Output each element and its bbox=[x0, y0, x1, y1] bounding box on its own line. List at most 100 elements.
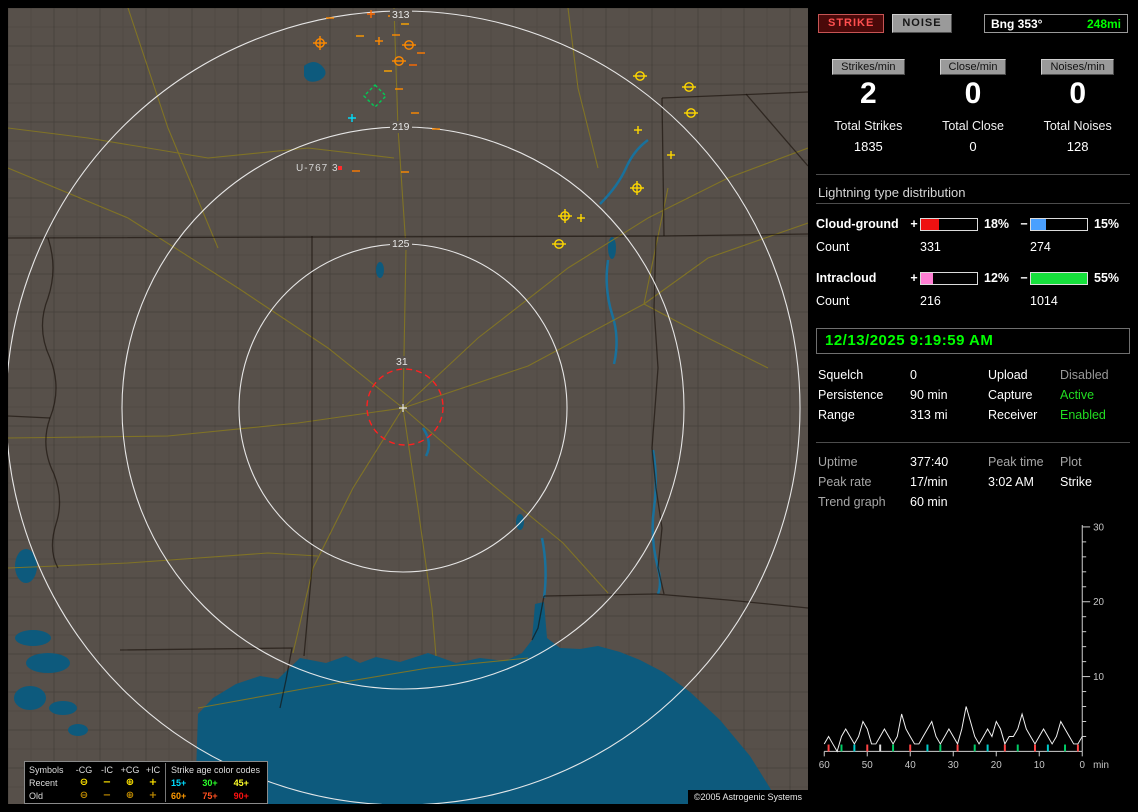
squelch-label: Squelch bbox=[818, 368, 864, 382]
range-ring-label: 125 bbox=[390, 238, 412, 250]
legend-age: 60+ bbox=[171, 790, 187, 801]
cg-negative-icon: ⊖ bbox=[79, 790, 89, 801]
strikes-per-min-chip[interactable]: Strikes/min bbox=[832, 59, 905, 75]
squelch-value: 0 bbox=[910, 368, 917, 382]
intracloud-label: Intracloud bbox=[816, 271, 877, 285]
session-grid: Uptime 377:40 Peak time Plot Peak rate 1… bbox=[816, 455, 1130, 509]
total-close-value: 0 bbox=[969, 139, 977, 154]
close-per-min-chip[interactable]: Close/min bbox=[939, 59, 1007, 75]
ic-positive-icon: + bbox=[148, 790, 158, 801]
legend-age: 45+ bbox=[233, 777, 249, 788]
legend-symbols-title: Symbols bbox=[29, 764, 64, 775]
station-label: U-767 3 bbox=[296, 163, 339, 174]
plot-value: Strike bbox=[1060, 475, 1092, 489]
cloud-ground-label: Cloud-ground bbox=[816, 217, 899, 231]
sidebar: STRIKE NOISE Bng 353° 248mi Strikes/min … bbox=[816, 8, 1130, 804]
persistence-value: 90 min bbox=[910, 388, 948, 402]
close-per-min-value: 0 bbox=[964, 77, 982, 110]
cg-negative-count: 274 bbox=[1030, 240, 1051, 254]
plus-sign: + bbox=[910, 217, 918, 231]
map[interactable]: 313 219 125 31 U-767 3 Symbols -CG -IC +… bbox=[8, 8, 808, 804]
legend-row-label: Recent bbox=[29, 777, 58, 788]
count-label: Count bbox=[816, 294, 850, 308]
svg-text:50: 50 bbox=[862, 760, 873, 771]
cg-positive-pct: 18% bbox=[984, 217, 1010, 231]
svg-text:10: 10 bbox=[1034, 760, 1045, 771]
upload-value: Disabled bbox=[1060, 368, 1109, 382]
ic-negative-count: 1014 bbox=[1030, 294, 1058, 308]
legend-col-header: -CG bbox=[75, 764, 93, 775]
legend-row-label: Old bbox=[29, 790, 44, 801]
trend-graph-canvas: 10 20 30 60 50 40 30 20 10 0 min bbox=[819, 522, 1109, 771]
trend-window-value: 60 min bbox=[910, 495, 948, 509]
bearing-range: 248mi bbox=[1086, 16, 1121, 31]
legend-col-header: +IC bbox=[145, 764, 161, 775]
svg-text:min: min bbox=[1093, 760, 1109, 771]
receiver-value: Enabled bbox=[1060, 408, 1106, 422]
ic-negative-pct: 55% bbox=[1094, 271, 1120, 285]
ic-positive-icon: + bbox=[148, 777, 158, 788]
svg-text:30: 30 bbox=[948, 760, 959, 771]
noise-button[interactable]: NOISE bbox=[892, 14, 952, 33]
strikes-per-min-value: 2 bbox=[859, 77, 877, 110]
count-label: Count bbox=[816, 240, 850, 254]
legend-age-title: Strike age color codes bbox=[171, 764, 261, 775]
toolbar: STRIKE NOISE Bng 353° 248mi bbox=[818, 14, 1128, 33]
distribution-row: Cloud-ground + 18% − 15% bbox=[816, 212, 1130, 236]
capture-value: Active bbox=[1060, 388, 1095, 402]
distribution-title: Lightning type distribution bbox=[816, 185, 1130, 204]
minus-sign: − bbox=[1020, 271, 1028, 285]
legend-age: 15+ bbox=[171, 777, 187, 788]
noises-per-min-value: 0 bbox=[1069, 77, 1086, 110]
cg-positive-bar bbox=[920, 217, 978, 231]
legend-col-header: -IC bbox=[101, 764, 113, 775]
minus-sign: − bbox=[1020, 217, 1028, 231]
total-noises-label: Total Noises bbox=[1043, 119, 1112, 133]
svg-text:10: 10 bbox=[1093, 672, 1104, 683]
bearing-value: Bng 353° bbox=[991, 16, 1043, 31]
range-value: 313 mi bbox=[910, 408, 948, 422]
peak-rate-label: Peak rate bbox=[818, 475, 872, 489]
app-window: 313 219 125 31 U-767 3 Symbols -CG -IC +… bbox=[0, 0, 1138, 812]
divider bbox=[816, 442, 1130, 443]
legend-col-header: +CG bbox=[120, 764, 140, 775]
receiver-label: Receiver bbox=[988, 408, 1038, 422]
total-noises-value: 128 bbox=[1066, 139, 1089, 154]
svg-text:0: 0 bbox=[1080, 760, 1086, 771]
peak-time-label: Peak time bbox=[988, 455, 1044, 469]
distribution-row: Intracloud + 12% − 55% bbox=[816, 266, 1130, 290]
upload-label: Upload bbox=[988, 368, 1028, 382]
range-ring-label: 313 bbox=[390, 9, 412, 21]
capture-label: Capture bbox=[988, 388, 1033, 402]
legend-age: 75+ bbox=[202, 790, 218, 801]
cg-negative-pct: 15% bbox=[1094, 217, 1120, 231]
map-legend: Symbols -CG -IC +CG +IC Recent ⊖ − ⊕ + O… bbox=[24, 761, 268, 804]
ic-positive-bar bbox=[920, 271, 978, 285]
plus-sign: + bbox=[910, 271, 918, 285]
ic-negative-bar bbox=[1030, 271, 1088, 285]
svg-text:20: 20 bbox=[1093, 597, 1104, 608]
bearing-display: Bng 353° 248mi bbox=[984, 14, 1128, 33]
range-label: Range bbox=[818, 408, 855, 422]
legend-age: 90+ bbox=[233, 790, 249, 801]
total-close-label: Total Close bbox=[942, 119, 1004, 133]
uptime-value: 377:40 bbox=[910, 455, 949, 469]
divider bbox=[816, 174, 1130, 175]
legend-age-codes: Strike age color codes 15+ 30+ 45+ 60+ 7… bbox=[165, 763, 265, 802]
ic-negative-icon: − bbox=[102, 790, 112, 801]
stat-column: Close/min 0 Total Close 0 bbox=[921, 59, 1026, 154]
cg-positive-icon: ⊕ bbox=[125, 777, 135, 788]
settings-grid: Squelch 0 Upload Disabled Persistence 90… bbox=[816, 368, 1130, 422]
svg-text:60: 60 bbox=[819, 760, 830, 771]
persistence-label: Persistence bbox=[818, 388, 884, 402]
range-ring-label: 31 bbox=[394, 356, 410, 368]
strike-button[interactable]: STRIKE bbox=[818, 14, 885, 33]
uptime-label: Uptime bbox=[818, 455, 858, 469]
legend-age: 30+ bbox=[202, 777, 218, 788]
total-strikes-label: Total Strikes bbox=[834, 119, 903, 133]
cg-positive-count: 331 bbox=[920, 240, 941, 254]
range-ring-label: 219 bbox=[390, 121, 412, 133]
total-strikes-value: 1835 bbox=[853, 139, 883, 154]
rate-stats: Strikes/min 2 Total Strikes 1835 Close/m… bbox=[816, 59, 1130, 154]
noises-per-min-chip[interactable]: Noises/min bbox=[1041, 59, 1114, 75]
